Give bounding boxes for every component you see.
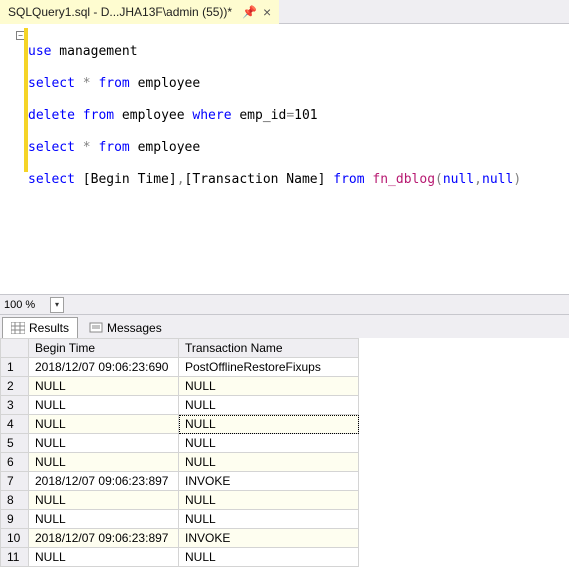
cell-transaction-name[interactable]: NULL xyxy=(179,434,359,453)
tab-title: SQLQuery1.sql - D...JHA13F\admin (55))* xyxy=(8,5,232,19)
document-tab[interactable]: SQLQuery1.sql - D...JHA13F\admin (55))* … xyxy=(0,0,279,24)
results-grid[interactable]: Begin Time Transaction Name 12018/12/07 … xyxy=(0,338,569,567)
cell-begin-time[interactable]: NULL xyxy=(29,415,179,434)
cell-transaction-name[interactable]: INVOKE xyxy=(179,472,359,491)
table-row[interactable]: 3NULLNULL xyxy=(1,396,359,415)
table-row[interactable]: 8NULLNULL xyxy=(1,491,359,510)
cell-transaction-name[interactable]: NULL xyxy=(179,491,359,510)
cell-transaction-name[interactable]: NULL xyxy=(179,396,359,415)
table-row[interactable]: 12018/12/07 09:06:23:690PostOfflineResto… xyxy=(1,358,359,377)
cell-begin-time[interactable]: 2018/12/07 09:06:23:897 xyxy=(29,472,179,491)
cell-begin-time[interactable]: NULL xyxy=(29,453,179,472)
table-row[interactable]: 102018/12/07 09:06:23:897INVOKE xyxy=(1,529,359,548)
cell-transaction-name[interactable]: NULL xyxy=(179,415,359,434)
table-header-row: Begin Time Transaction Name xyxy=(1,339,359,358)
cell-begin-time[interactable]: 2018/12/07 09:06:23:897 xyxy=(29,529,179,548)
row-header-corner[interactable] xyxy=(1,339,29,358)
row-number[interactable]: 11 xyxy=(1,548,29,567)
cell-begin-time[interactable]: NULL xyxy=(29,548,179,567)
results-tab-bar: Results Messages xyxy=(0,314,569,338)
cell-begin-time[interactable]: 2018/12/07 09:06:23:690 xyxy=(29,358,179,377)
zoom-value[interactable]: 100 % xyxy=(4,299,48,311)
row-number[interactable]: 9 xyxy=(1,510,29,529)
cell-transaction-name[interactable]: INVOKE xyxy=(179,529,359,548)
row-number[interactable]: 1 xyxy=(1,358,29,377)
tab-messages[interactable]: Messages xyxy=(80,317,171,338)
row-number[interactable]: 6 xyxy=(1,453,29,472)
row-number[interactable]: 10 xyxy=(1,529,29,548)
pin-icon[interactable]: 📌 xyxy=(242,5,257,19)
cell-begin-time[interactable]: NULL xyxy=(29,434,179,453)
table-row[interactable]: 4NULLNULL xyxy=(1,415,359,434)
row-number[interactable]: 4 xyxy=(1,415,29,434)
row-number[interactable]: 3 xyxy=(1,396,29,415)
tab-results[interactable]: Results xyxy=(2,317,78,338)
table-row[interactable]: 11NULLNULL xyxy=(1,548,359,567)
cell-transaction-name[interactable]: NULL xyxy=(179,377,359,396)
zoom-bar: 100 % ▾ xyxy=(0,294,569,314)
cell-transaction-name[interactable]: NULL xyxy=(179,548,359,567)
cell-begin-time[interactable]: NULL xyxy=(29,396,179,415)
tab-messages-label: Messages xyxy=(107,321,162,335)
code-editor[interactable]: − use management select * from employee … xyxy=(0,24,569,294)
cell-begin-time[interactable]: NULL xyxy=(29,377,179,396)
row-number[interactable]: 2 xyxy=(1,377,29,396)
editor-gutter: − xyxy=(0,28,26,290)
cell-transaction-name[interactable]: PostOfflineRestoreFixups xyxy=(179,358,359,377)
col-header-transaction-name[interactable]: Transaction Name xyxy=(179,339,359,358)
cell-transaction-name[interactable]: NULL xyxy=(179,510,359,529)
row-number[interactable]: 7 xyxy=(1,472,29,491)
table-row[interactable]: 9NULLNULL xyxy=(1,510,359,529)
tab-bar: SQLQuery1.sql - D...JHA13F\admin (55))* … xyxy=(0,0,569,24)
grid-icon xyxy=(11,322,25,334)
table-row[interactable]: 72018/12/07 09:06:23:897INVOKE xyxy=(1,472,359,491)
cell-begin-time[interactable]: NULL xyxy=(29,510,179,529)
code-content[interactable]: use management select * from employee de… xyxy=(26,28,521,290)
messages-icon xyxy=(89,322,103,334)
row-number[interactable]: 5 xyxy=(1,434,29,453)
table-row[interactable]: 6NULLNULL xyxy=(1,453,359,472)
cell-transaction-name[interactable]: NULL xyxy=(179,453,359,472)
close-icon[interactable]: × xyxy=(263,5,271,19)
table-row[interactable]: 2NULLNULL xyxy=(1,377,359,396)
cell-begin-time[interactable]: NULL xyxy=(29,491,179,510)
col-header-begin-time[interactable]: Begin Time xyxy=(29,339,179,358)
zoom-dropdown[interactable]: ▾ xyxy=(50,297,64,313)
change-marker xyxy=(24,28,28,172)
row-number[interactable]: 8 xyxy=(1,491,29,510)
table-row[interactable]: 5NULLNULL xyxy=(1,434,359,453)
tab-results-label: Results xyxy=(29,321,69,335)
